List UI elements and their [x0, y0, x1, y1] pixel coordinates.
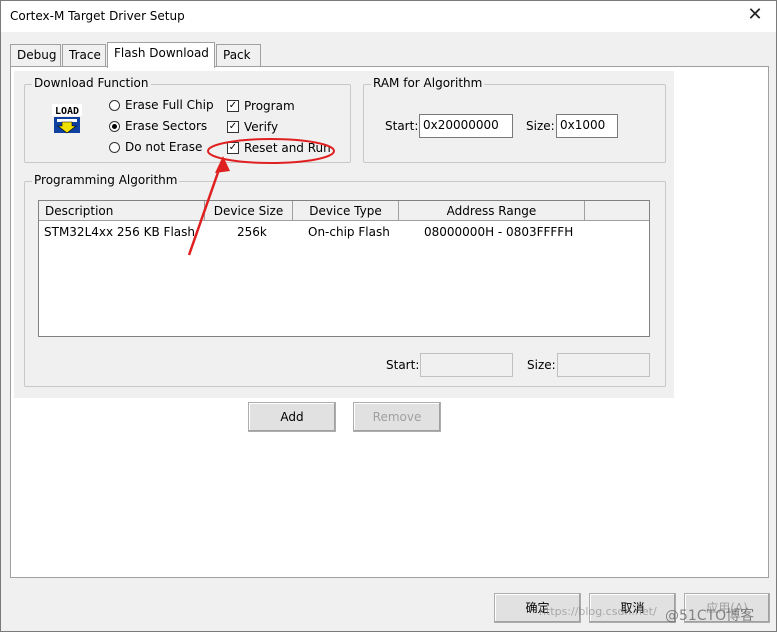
- dialog-window: Cortex-M Target Driver Setup ✕ Debug Tra…: [0, 0, 777, 632]
- panel-content: Download Function LOAD Erase Full Chip E…: [1, 1, 777, 632]
- annotation-ellipse: [207, 138, 335, 164]
- arrow-head-icon: [215, 156, 230, 173]
- annotation-arrow-line: [187, 160, 224, 256]
- annotation-overlay: [187, 138, 335, 256]
